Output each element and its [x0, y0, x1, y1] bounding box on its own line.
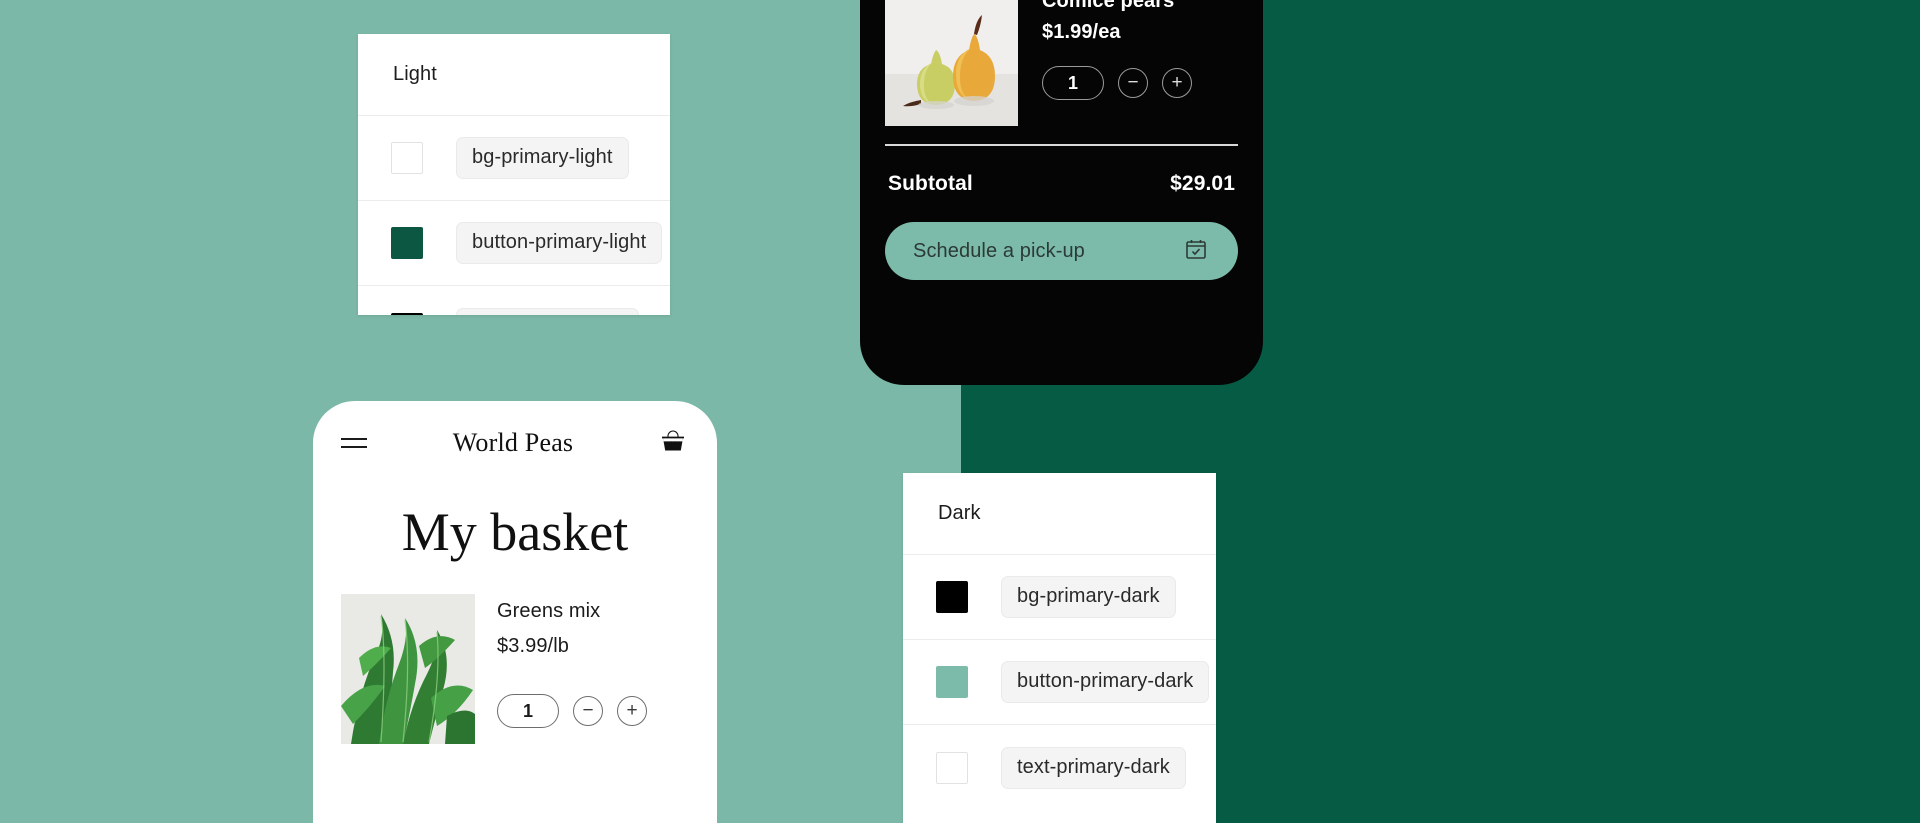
color-swatch [936, 666, 968, 698]
color-swatch [391, 312, 423, 315]
quantity-value[interactable]: 1 [1042, 66, 1104, 100]
dark-theme-phone-mockup: $0.89/lb 2 − + [860, 0, 1263, 385]
token-row[interactable]: text-primary-dark [903, 725, 1216, 810]
page-title: My basket [401, 502, 629, 562]
light-card-header: Light [358, 34, 670, 116]
cart-item-name: Comice pears [1042, 0, 1175, 12]
screenshot-canvas: Light bg-primary-light button-primary-li… [0, 0, 1920, 823]
schedule-pickup-label: Schedule a pick-up [913, 239, 1085, 262]
decrement-quantity-button[interactable]: − [573, 696, 603, 726]
quantity-stepper[interactable]: 1 − + [497, 694, 647, 728]
token-name-chip[interactable]: text-primary-light [456, 307, 639, 315]
cart-line-item: Greens mix $3.99/lb 1 − + [313, 559, 717, 744]
decrement-quantity-button[interactable]: − [1118, 68, 1148, 98]
shopping-basket-icon[interactable] [659, 427, 687, 460]
increment-quantity-button[interactable]: + [617, 696, 647, 726]
token-name-chip[interactable]: button-primary-light [456, 222, 663, 264]
cart-item-price: $1.99/ea [1042, 21, 1121, 43]
color-swatch [936, 751, 968, 784]
token-name-chip[interactable]: button-primary-dark [1001, 661, 1210, 703]
color-swatch [391, 227, 423, 259]
leafy-greens-photo [341, 594, 475, 744]
cart-line-item: Comice pears $1.99/ea 1 − + [885, 0, 1238, 126]
schedule-pickup-button[interactable]: Schedule a pick-up [885, 222, 1238, 280]
token-row[interactable]: button-primary-light [358, 201, 670, 286]
cart-item-price: $3.99/lb [497, 635, 569, 657]
app-top-bar: World Peas [313, 401, 717, 485]
token-row[interactable]: text-primary-light [358, 286, 670, 315]
subtotal-label: Subtotal [888, 172, 973, 195]
quantity-stepper[interactable]: 1 − + [1042, 66, 1238, 100]
token-name-chip[interactable]: bg-primary-light [456, 137, 629, 179]
light-theme-token-card: Light bg-primary-light button-primary-li… [358, 34, 670, 315]
color-swatch [391, 142, 423, 174]
subtotal-row: Subtotal $29.01 [885, 146, 1238, 196]
calendar-check-icon [1184, 237, 1208, 266]
dark-theme-token-card: Dark bg-primary-dark button-primary-dark… [903, 473, 1216, 823]
brand-title: World Peas [452, 428, 574, 457]
light-theme-phone-mockup: World Peas My basket Greens mix $3.99/lb… [313, 401, 717, 823]
hamburger-menu-icon[interactable] [341, 432, 367, 454]
increment-quantity-button[interactable]: + [1162, 68, 1192, 98]
comice-pears-photo [885, 0, 1018, 126]
dark-card-title: Dark [938, 502, 981, 524]
quantity-value[interactable]: 1 [497, 694, 559, 728]
token-name-chip[interactable]: bg-primary-dark [1001, 576, 1176, 618]
token-row[interactable]: bg-primary-dark [903, 555, 1216, 640]
cart-item-name: Greens mix [497, 600, 601, 622]
token-name-chip[interactable]: text-primary-dark [1001, 746, 1186, 789]
subtotal-value: $29.01 [1170, 172, 1235, 195]
dark-card-header: Dark [903, 473, 1216, 555]
light-card-title: Light [393, 63, 437, 85]
token-row[interactable]: bg-primary-light [358, 116, 670, 201]
token-row[interactable]: button-primary-dark [903, 640, 1216, 725]
color-swatch [936, 581, 968, 613]
